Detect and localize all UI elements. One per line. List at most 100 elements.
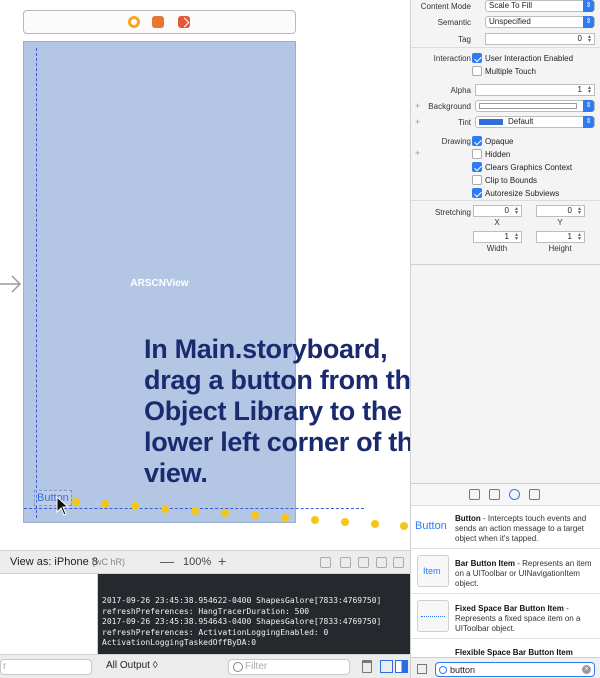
hidden-label: Hidden <box>485 150 511 159</box>
user-interaction-label: User Interaction Enabled <box>485 54 574 63</box>
pin-icon[interactable] <box>358 557 369 568</box>
filter-placeholder: r <box>3 661 7 672</box>
clip-bounds-checkbox[interactable] <box>472 175 482 185</box>
semantic-value: Unspecified <box>489 17 531 26</box>
opaque-checkbox[interactable] <box>472 136 482 146</box>
storyboard-canvas[interactable]: ARSCNView Button In Main.storyboard, dra… <box>0 0 410 550</box>
resolve-icon[interactable] <box>376 557 387 568</box>
trash-icon[interactable] <box>362 660 372 673</box>
drag-dot <box>311 516 319 524</box>
clears-graphics-label: Clears Graphics Context <box>485 163 573 172</box>
view-label: ARSCNView <box>130 278 189 289</box>
stepper-icon[interactable]: ▴ ▾ <box>576 232 583 242</box>
clears-graphics-checkbox[interactable] <box>472 162 482 172</box>
tint-label: Tint <box>457 118 471 127</box>
library-item-name: Fixed Space Bar Button Item <box>455 604 564 613</box>
stepper-icon[interactable]: ▴ ▾ <box>513 232 520 242</box>
multiple-touch-label: Multiple Touch <box>485 67 536 76</box>
tint-popup[interactable]: Default ⇕ <box>475 116 595 128</box>
tutorial-overlay-text: In Main.storyboard, drag a button from t… <box>144 334 410 488</box>
tag-field[interactable]: 0 ▴ ▾ <box>485 33 595 45</box>
stretch-height-field[interactable]: 1 ▴ ▾ <box>536 231 585 243</box>
view-as-device[interactable]: View as: iPhone 8 <box>10 556 98 568</box>
grid-view-icon[interactable] <box>417 664 427 674</box>
first-responder-icon[interactable] <box>152 16 164 28</box>
object-library-icon[interactable] <box>509 489 520 500</box>
stepper-icon[interactable]: ▴ ▾ <box>576 206 583 216</box>
view-as-bar: View as: iPhone 8 (wC hR) — 100% + <box>0 550 410 574</box>
clear-search-icon[interactable]: × <box>582 665 591 674</box>
show-console-icon[interactable] <box>395 660 408 673</box>
hidden-checkbox[interactable] <box>472 149 482 159</box>
semantic-popup[interactable]: Unspecified ⇕ <box>485 16 595 28</box>
code-snippet-icon[interactable] <box>489 489 500 500</box>
multiple-touch-checkbox[interactable] <box>472 66 482 76</box>
user-interaction-checkbox[interactable] <box>472 53 482 63</box>
alpha-field[interactable]: 1 ▴ ▾ <box>475 84 595 96</box>
debug-bottom-bar: r All Output ◊ Filter <box>0 654 410 678</box>
stretching-label: Stretching <box>434 208 471 217</box>
library-item-button[interactable]: Button Button - Intercepts touch events … <box>411 507 600 549</box>
stepper-icon[interactable]: ▴ ▾ <box>586 34 593 44</box>
fixed-space-icon <box>421 616 445 617</box>
popup-arrow-icon: ⇕ <box>583 116 594 128</box>
mouse-cursor-icon <box>56 496 70 516</box>
bar-button-thumb-label: Item <box>423 566 441 576</box>
stretch-y-field[interactable]: 0 ▴ ▾ <box>536 205 585 217</box>
console-filter-input[interactable]: Filter <box>228 659 350 675</box>
content-mode-label: Content Mode <box>420 2 471 11</box>
console-output: 2017-09-26 23:45:38.954622-0400 ShapesGa… <box>98 574 410 654</box>
opaque-label: Opaque <box>485 137 514 146</box>
library-item-desc: Bar Button Item - Represents an item on … <box>455 559 597 589</box>
show-variables-icon[interactable] <box>380 660 393 673</box>
library-item-bar-button[interactable]: Item Bar Button Item - Represents an ite… <box>411 550 600 594</box>
object-library: Button Button - Intercepts touch events … <box>410 483 600 678</box>
variables-filter-input[interactable]: r <box>0 659 92 675</box>
stretch-x-field[interactable]: 0 ▴ ▾ <box>473 205 522 217</box>
zoom-out-button[interactable]: — <box>160 553 174 569</box>
media-library-icon[interactable] <box>529 489 540 500</box>
console-line: refreshPreferences: HangTracerDuration: … <box>102 606 310 616</box>
autoresize-label: Autoresize Subviews <box>485 189 560 198</box>
content-mode-value: Scale To Fill <box>489 1 532 10</box>
align-icon[interactable] <box>340 557 351 568</box>
library-item-flexible-space[interactable]: Flexible Space Bar Button Item <box>411 640 600 657</box>
library-item-name: Bar Button Item <box>455 559 515 568</box>
drag-dot <box>371 520 379 528</box>
library-item-fixed-space[interactable]: Fixed Space Bar Button Item - Represents… <box>411 595 600 639</box>
filter-placeholder: Filter <box>245 661 268 672</box>
library-tabs <box>411 484 600 506</box>
background-popup[interactable]: ⇕ <box>475 100 595 112</box>
semantic-label: Semantic <box>437 18 471 27</box>
content-mode-popup[interactable]: Scale To Fill ⇕ <box>485 0 595 12</box>
library-item-desc: Flexible Space Bar Button Item <box>455 648 597 657</box>
exit-icon[interactable] <box>178 16 190 28</box>
stretch-width-field[interactable]: 1 ▴ ▾ <box>473 231 522 243</box>
fixed-space-thumb <box>417 600 449 632</box>
autoresize-checkbox[interactable] <box>472 188 482 198</box>
output-select[interactable]: All Output ◊ <box>106 660 158 671</box>
stretch-x-label: X <box>494 218 500 227</box>
layout-icon[interactable] <box>320 557 331 568</box>
file-template-icon[interactable] <box>469 489 480 500</box>
view-controller-icon[interactable] <box>128 16 140 28</box>
scene-dock[interactable] <box>23 10 296 34</box>
stretch-height-label: Height <box>548 244 572 253</box>
button-thumb: Button <box>415 520 447 532</box>
add-variation-icon[interactable]: + <box>415 148 420 158</box>
background-swatch <box>479 103 577 109</box>
stretch-y-label: Y <box>557 218 563 227</box>
resizing-icon[interactable] <box>393 557 404 568</box>
divider <box>411 200 600 201</box>
size-class-label: (wC hR) <box>92 557 125 567</box>
divider <box>411 47 600 48</box>
horizontal-guide <box>24 508 364 509</box>
stretch-width-value: 1 <box>504 232 509 241</box>
library-search-input[interactable]: button × <box>435 662 595 677</box>
zoom-in-button[interactable]: + <box>218 553 226 569</box>
stepper-icon[interactable]: ▴ ▾ <box>513 206 520 216</box>
interaction-label: Interaction <box>433 54 471 63</box>
popup-arrow-icon: ⇕ <box>583 16 594 28</box>
stepper-icon[interactable]: ▴ ▾ <box>586 85 593 95</box>
stretch-width-label: Width <box>486 244 508 253</box>
